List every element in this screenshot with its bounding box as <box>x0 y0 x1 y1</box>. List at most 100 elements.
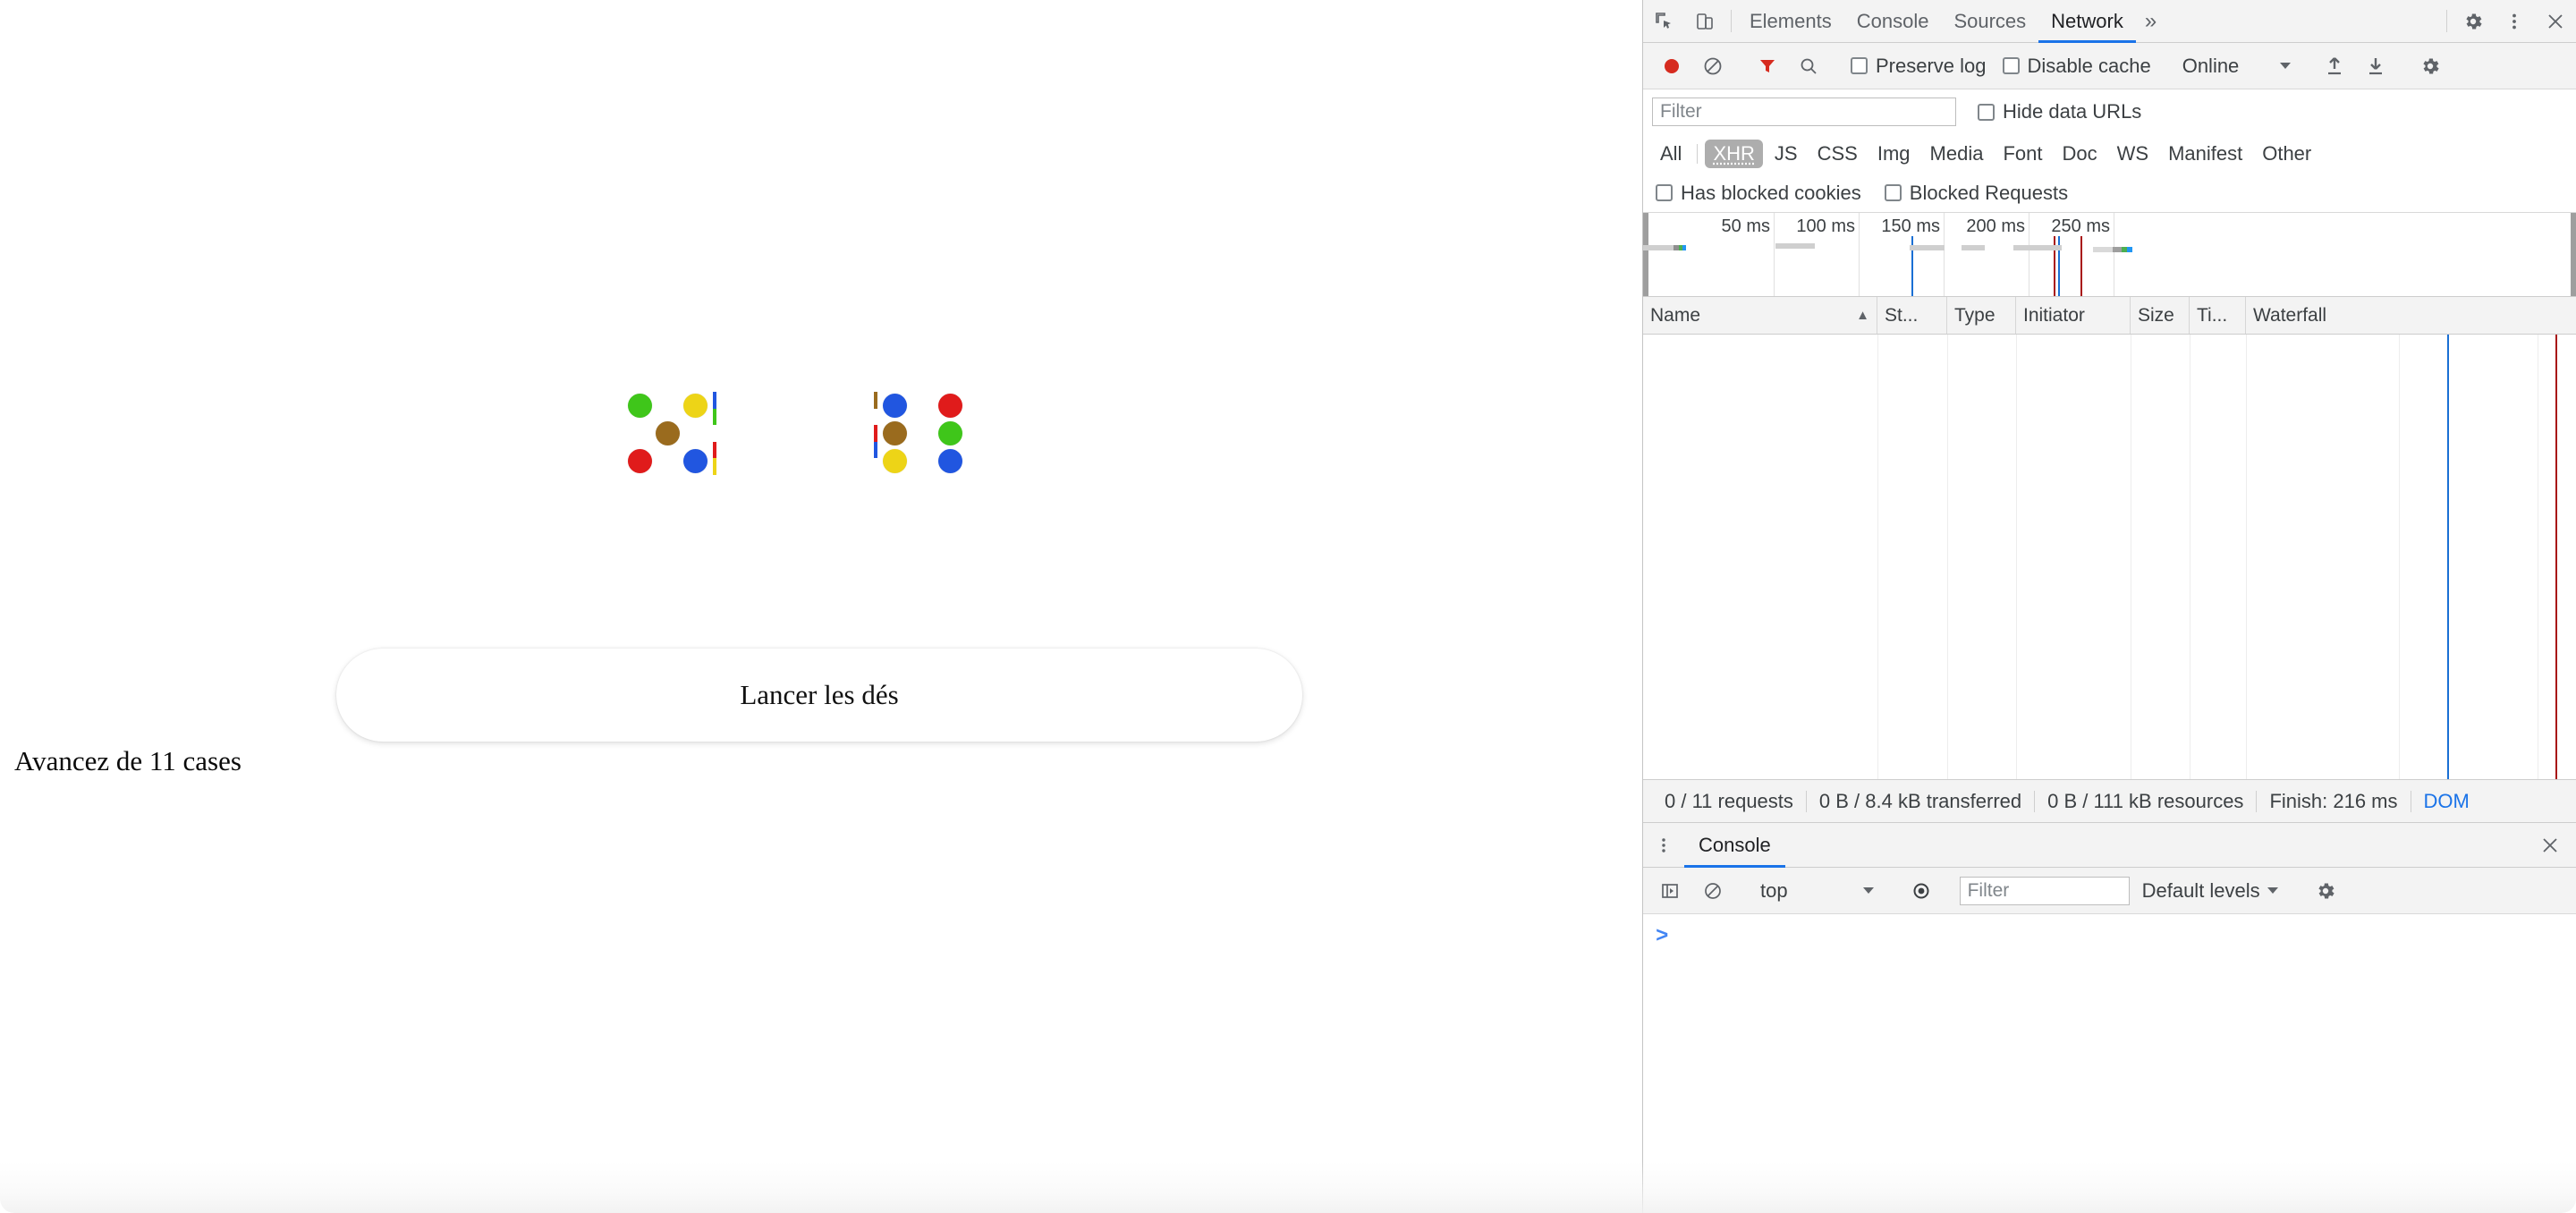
console-context-select[interactable]: top <box>1751 879 1883 903</box>
overview-right-handle[interactable] <box>2571 213 2576 296</box>
type-filter-js[interactable]: JS <box>1767 140 1806 168</box>
settings-gear-icon[interactable] <box>2453 0 2494 42</box>
more-options-icon[interactable] <box>2494 0 2535 42</box>
blocked-requests-checkbox[interactable]: Blocked Requests <box>1877 182 2075 205</box>
column-header-time[interactable]: Ti... <box>2190 297 2246 334</box>
record-button[interactable] <box>1652 47 1691 86</box>
summary-requests: 0 / 11 requests <box>1665 789 1793 812</box>
has-blocked-cookies-checkbox[interactable]: Has blocked cookies <box>1648 182 1868 205</box>
console-settings-gear-icon[interactable] <box>2306 871 2345 911</box>
right-die-face <box>881 392 964 475</box>
overview-request-bar <box>2013 245 2062 250</box>
pip-slot <box>654 447 682 475</box>
checkbox-box <box>2002 57 2020 74</box>
clear-console-icon[interactable] <box>1693 871 1733 911</box>
right-die[interactable] <box>874 392 964 475</box>
checkbox-box <box>1851 57 1868 74</box>
pip-slot <box>936 392 964 420</box>
console-sidebar-toggle-icon[interactable] <box>1650 871 1690 911</box>
column-header-waterfall[interactable]: Waterfall <box>2246 297 2576 334</box>
pip-slot <box>626 392 654 420</box>
tab-console[interactable]: Console <box>1844 0 1942 42</box>
web-page-viewport: Lancer les dés Avancez de 11 cases <box>0 0 1642 1213</box>
export-har-icon[interactable] <box>2356 47 2395 86</box>
device-toolbar-icon[interactable] <box>1684 0 1725 42</box>
hide-data-urls-checkbox[interactable]: Hide data URLs <box>1970 100 2148 123</box>
network-overview-timeline[interactable]: 50 ms 100 ms 150 ms 200 ms 250 ms <box>1643 213 2576 297</box>
type-filter-xhr[interactable]: XHR <box>1705 140 1763 168</box>
screen: Lancer les dés Avancez de 11 cases Eleme… <box>0 0 2576 1213</box>
left-die[interactable] <box>626 392 716 475</box>
more-tabs-icon[interactable]: » <box>2136 0 2165 42</box>
close-drawer-icon[interactable] <box>2529 823 2571 867</box>
network-settings-gear-icon[interactable] <box>2411 47 2450 86</box>
type-filter-font[interactable]: Font <box>1995 140 2050 168</box>
column-divider <box>1877 335 1878 779</box>
type-filter-media[interactable]: Media <box>1922 140 1992 168</box>
pip-slot <box>909 447 936 475</box>
drawer-more-options-icon[interactable] <box>1643 823 1684 867</box>
console-prompt-icon[interactable]: > <box>1656 925 1668 949</box>
summary-transferred: 0 B / 8.4 kB transferred <box>1818 789 2022 812</box>
filter-toggle-icon[interactable] <box>1748 47 1787 86</box>
roll-dice-button[interactable]: Lancer les dés <box>336 649 1302 742</box>
overview-gridline <box>1774 213 1775 296</box>
console-output-area[interactable]: > <box>1643 914 2576 1213</box>
type-filter-css[interactable]: CSS <box>1809 140 1866 168</box>
console-filter-input[interactable] <box>1959 876 2130 905</box>
dice-container <box>626 392 964 475</box>
type-filter-manifest[interactable]: Manifest <box>2160 140 2250 168</box>
pip-slot <box>881 392 909 420</box>
blocked-filters-row: Has blocked cookies Blocked Requests <box>1643 174 2576 213</box>
column-header-name[interactable]: Name ▲ <box>1643 297 1877 334</box>
checkbox-box <box>1656 184 1673 201</box>
load-line <box>2555 335 2557 779</box>
console-toolbar: top Default levels <box>1643 868 2576 914</box>
type-filter-other[interactable]: Other <box>2254 140 2319 168</box>
divider <box>1697 144 1699 164</box>
column-header-initiator[interactable]: Initiator <box>2016 297 2131 334</box>
disable-cache-checkbox[interactable]: Disable cache <box>1996 55 2158 78</box>
column-header-status[interactable]: St... <box>1877 297 1947 334</box>
type-filter-img[interactable]: Img <box>1869 140 1919 168</box>
live-expression-eye-icon[interactable] <box>1902 871 1941 911</box>
pip-slot <box>682 447 709 475</box>
overview-left-handle[interactable] <box>1643 213 1648 296</box>
pip-slot <box>626 447 654 475</box>
tab-network[interactable]: Network <box>2038 0 2136 43</box>
type-filter-ws[interactable]: WS <box>2109 140 2157 168</box>
console-drawer: Console top Filter Default levels > <box>1643 822 2576 1213</box>
column-header-size[interactable]: Size <box>2131 297 2190 334</box>
pip-slot <box>682 392 709 420</box>
tab-sources[interactable]: Sources <box>1941 0 2038 42</box>
pip-slot <box>626 420 654 447</box>
left-die-face <box>626 392 709 475</box>
type-filter-doc[interactable]: Doc <box>2054 140 2105 168</box>
import-har-icon[interactable] <box>2315 47 2354 86</box>
tab-elements[interactable]: Elements <box>1737 0 1844 42</box>
network-filter-input[interactable] <box>1652 98 1956 126</box>
pip-slot <box>654 392 682 420</box>
column-header-type[interactable]: Type <box>1947 297 2016 334</box>
pip-slot <box>936 447 964 475</box>
pip-slot <box>682 420 709 447</box>
console-levels-select[interactable]: Default levels <box>2133 879 2287 903</box>
preserve-log-checkbox[interactable]: Preserve log <box>1843 55 1994 78</box>
network-summary-bar: 0 / 11 requests 0 B / 8.4 kB transferred… <box>1643 779 2576 822</box>
checkbox-box <box>1884 184 1902 201</box>
chevron-down-icon <box>2280 63 2292 69</box>
close-devtools-icon[interactable] <box>2535 0 2576 42</box>
table-body[interactable] <box>1643 335 2576 779</box>
column-divider <box>2246 335 2247 779</box>
throttling-select[interactable]: Online <box>2174 55 2301 78</box>
column-divider <box>1947 335 1948 779</box>
search-icon[interactable] <box>1789 47 1828 86</box>
right-die-edge <box>874 392 877 475</box>
drawer-tab-console[interactable]: Console <box>1684 823 1785 868</box>
type-filter-all[interactable]: All <box>1652 140 1690 168</box>
inspect-element-icon[interactable] <box>1643 0 1684 42</box>
waterfall-gridline <box>2399 335 2400 779</box>
hide-data-urls-label: Hide data URLs <box>2003 100 2142 123</box>
clear-button[interactable] <box>1693 47 1733 86</box>
summary-finish: Finish: 216 ms <box>2269 789 2398 812</box>
